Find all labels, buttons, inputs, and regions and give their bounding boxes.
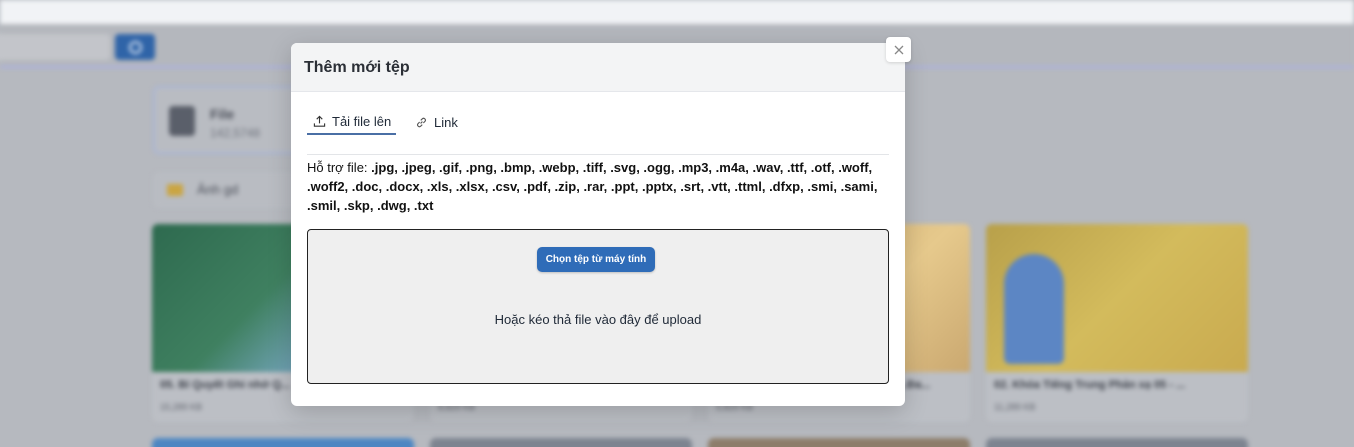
file-card: 02. Khóa Tiếng Trung Phản xạ 05 - ... 11… [986,224,1248,422]
tab-link[interactable]: Link [415,110,458,135]
stat-title: File [210,106,235,122]
close-icon [894,45,903,54]
top-bar [0,0,1354,24]
close-button[interactable] [886,37,911,62]
modal-header: Thêm mới tệp [291,43,905,92]
modal-title: Thêm mới tệp [304,59,410,76]
file-card-size: 15,289 KB [160,402,203,412]
tab-link-label: Link [434,115,458,130]
supported-formats: Hỗ trợ file: .jpg, .jpeg, .gif, .png, .b… [307,158,887,215]
folder-icon [167,184,183,196]
supported-extensions: .jpg, .jpeg, .gif, .png, .bmp, .webp, .t… [307,160,878,213]
supported-prefix: Hỗ trợ file: [307,160,372,175]
file-card [986,438,1248,447]
file-thumbnail [986,224,1248,372]
link-icon [417,117,426,128]
file-dropzone[interactable]: Chọn tệp từ máy tính Hoặc kéo thả file v… [307,229,889,384]
file-card-title: 05. Bí Quyết Ghi nhớ Q... [160,379,291,391]
stat-value: 142,5748 [210,126,261,140]
search-input [0,34,110,60]
file-icon [169,106,195,136]
file-stat-card: File 142,5748 [153,86,303,154]
add-file-modal: Thêm mới tệp Tải file lên Link Hỗ trợ fi… [291,43,905,406]
file-card-size: 11,289 KB [994,402,1036,412]
folder-label: Ảnh gd [197,182,239,197]
tab-upload[interactable]: Tải file lên [307,110,396,135]
file-card [152,438,414,447]
file-card [430,438,692,447]
upload-icon [313,115,326,127]
file-card-title: 02. Khóa Tiếng Trung Phản xạ 05 - ... [994,379,1186,391]
drop-hint: Hoặc kéo thả file vào đây để upload [494,312,702,327]
tab-upload-label: Tải file lên [332,114,392,129]
file-card [708,438,970,447]
upload-tabs: Tải file lên Link [307,110,889,155]
choose-file-button[interactable]: Chọn tệp từ máy tính [537,247,655,272]
folder-pill: Ảnh gd [153,172,303,208]
search-button [115,34,155,60]
